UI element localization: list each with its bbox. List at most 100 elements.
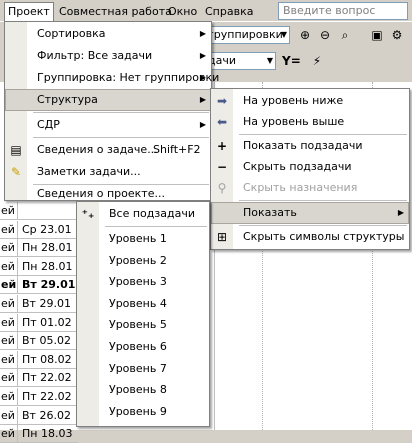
menu-item-label: Все подзадачи — [109, 207, 195, 220]
show-levels-submenu: ⁺₊ Все подзадачи Уровень 1 Уровень 2 Урове… — [76, 201, 210, 427]
hide-assignments-icon: ⚲ — [217, 181, 227, 195]
menu-item-task-notes[interactable]: ✎ Заметки задачи... — [5, 161, 211, 183]
table-row[interactable]: ей Пн 28.01 — [0, 239, 78, 258]
menu-item-level-6[interactable]: Уровень 6 — [77, 336, 209, 358]
task-info-icon: ▤ — [10, 143, 22, 157]
menu-item-level-9[interactable]: Уровень 9 — [77, 401, 209, 423]
menu-item-all-subtasks[interactable]: ⁺₊ Все подзадачи — [77, 203, 209, 225]
menu-item-label: Уровень 1 — [109, 232, 167, 245]
submenu-arrow-icon: ▶ — [199, 51, 206, 60]
menu-item-level-1[interactable]: Уровень 1 — [77, 228, 209, 250]
cell-duration: ей — [0, 313, 18, 331]
menu-item-label: СДР — [37, 118, 60, 131]
group-combo-label: группировки — [208, 28, 283, 41]
menu-item-label: Уровень 7 — [109, 361, 167, 375]
menu-item-hide-subtasks[interactable]: − Скрыть подзадачи — [211, 156, 409, 178]
all-subtasks-icon: ⁺₊ — [81, 207, 95, 221]
zoom-in-icon[interactable]: ⊕ — [296, 26, 314, 44]
copy-picture-icon[interactable]: ▣ — [368, 26, 386, 44]
wizard-icon[interactable]: ⚙ — [388, 26, 406, 44]
cell-duration: ей — [0, 257, 18, 275]
cell-duration: ей — [0, 369, 18, 387]
goto-task-icon[interactable]: ⌕ — [336, 26, 354, 44]
menu-item-label: Заметки задачи... — [37, 165, 141, 178]
table-row[interactable]: ей Вт 29.01 — [0, 295, 78, 313]
cell-duration: ей — [0, 388, 18, 405]
menu-item-label: Уровень 6 — [109, 340, 167, 353]
menu-item-outdent[interactable]: ⬅ На уровень выше — [211, 111, 409, 133]
menu-bar: Проект Совместная работа Окно Справка Вв… — [0, 0, 412, 22]
arrow-left-icon: ⬅ — [216, 115, 228, 129]
table-row[interactable]: ей — [0, 202, 78, 220]
cell-start-date: Вт 26.02 — [22, 408, 71, 422]
menu-item-show[interactable]: Показать ▶ — [211, 202, 409, 224]
cell-start-date: Пн 28.01 — [22, 259, 73, 273]
menu-window[interactable]: Окно — [165, 3, 200, 20]
cell-duration: ей — [0, 220, 18, 238]
table-row[interactable]: ей Пт 22.02 — [0, 369, 78, 388]
table-row[interactable]: ей Вт 29.01 — [0, 276, 78, 295]
menu-item-project-info[interactable]: Сведения о проекте... — [5, 186, 211, 201]
outline-symbols-icon: ⊞ — [216, 230, 228, 244]
zoom-out-icon[interactable]: ⊖ — [316, 26, 334, 44]
wand-icon[interactable]: ⚡ — [308, 52, 326, 70]
menu-item-filter[interactable]: Фильтр: Все задачи ▶ — [5, 45, 211, 67]
cell-duration: ей — [0, 276, 18, 294]
menu-item-show-subtasks[interactable]: + Показать подзадачи — [211, 135, 409, 157]
submenu-arrow-icon: ▶ — [397, 208, 404, 217]
menu-item-level-5[interactable]: Уровень 5 — [77, 314, 209, 336]
autofilter-icon[interactable]: Y= — [282, 52, 301, 70]
menu-item-level-4[interactable]: Уровень 4 — [77, 293, 209, 315]
chevron-down-icon: ▼ — [280, 30, 287, 39]
menu-item-label: На уровень ниже — [243, 94, 344, 107]
menu-item-label: Показать — [243, 206, 297, 219]
table-row[interactable]: ей Пт 08.02 — [0, 350, 78, 369]
cell-start-date: Пн 28.01 — [22, 241, 73, 255]
help-search-input[interactable]: Введите вопрос — [278, 2, 408, 20]
menu-item-structure[interactable]: Структура ▶ — [5, 89, 211, 111]
menu-help[interactable]: Справка — [202, 3, 256, 20]
menu-item-label: Скрыть подзадачи — [243, 160, 352, 173]
menu-item-indent[interactable]: ➡ На уровень ниже — [211, 90, 409, 112]
table-row[interactable]: ей Вт 26.02 — [0, 406, 78, 425]
structure-submenu: ➡ На уровень ниже ⬅ На уровень выше + По… — [210, 88, 410, 250]
menu-item-label: Уровень 9 — [109, 404, 167, 418]
menu-item-hide-outline-symbols[interactable]: ⊞ Скрыть символы структуры — [211, 226, 409, 248]
table-row[interactable]: ей Ср 23.01 — [0, 220, 78, 239]
menu-item-level-8[interactable]: Уровень 8 — [77, 379, 209, 401]
table-row[interactable]: ей Пт 01.02 — [0, 313, 78, 332]
menu-item-level-3[interactable]: Уровень 3 — [77, 271, 209, 293]
table-row[interactable]: ей Пн 28.01 — [0, 257, 78, 276]
menu-item-label: Уровень 2 — [109, 253, 167, 267]
menu-item-level-2[interactable]: Уровень 2 — [77, 250, 209, 272]
menu-item-hide-assignments: ⚲ Скрыть назначения — [211, 177, 409, 199]
menu-collaborate[interactable]: Совместная работа — [56, 3, 175, 20]
menu-item-label: Уровень 4 — [109, 296, 167, 310]
menu-item-level-7[interactable]: Уровень 7 — [77, 358, 209, 380]
table-row[interactable]: ей Пн 18.03 — [0, 425, 78, 443]
table-row[interactable]: ей Пт 22.02 — [0, 388, 78, 406]
menu-item-task-info[interactable]: ▤ Сведения о задаче... Shift+F2 — [5, 139, 211, 161]
menu-item-label: Уровень 8 — [109, 383, 167, 397]
cell-duration: ей — [0, 295, 18, 312]
cell-start-date: Пт 22.02 — [22, 390, 72, 403]
menu-item-shortcut: Shift+F2 — [153, 143, 201, 156]
cell-start-date: Пт 08.02 — [22, 352, 72, 366]
menu-item-sort[interactable]: Сортировка ▶ — [5, 23, 211, 45]
chevron-down-icon: ▼ — [266, 56, 273, 65]
menu-project[interactable]: Проект — [4, 2, 54, 22]
cell-start-date: Вт 29.01 — [22, 278, 76, 292]
menu-item-group[interactable]: Группировка: Нет группировки ▶ — [5, 67, 219, 89]
cell-start-date: Вт 29.01 — [22, 297, 71, 310]
cell-duration: ей — [0, 350, 18, 368]
cell-duration: ей — [0, 239, 18, 257]
group-combo[interactable]: группировки ▼ — [204, 26, 290, 44]
table-row[interactable]: ей Вт 05.02 — [0, 332, 78, 351]
cell-start-date: Ср 23.01 — [22, 222, 72, 236]
plus-icon: + — [216, 139, 228, 153]
cell-duration: ей — [0, 202, 18, 219]
submenu-arrow-icon: ▶ — [199, 29, 206, 38]
menu-item-wbs[interactable]: СДР ▶ — [5, 114, 211, 136]
project-menu: Сортировка ▶ Фильтр: Все задачи ▶ Группи… — [4, 21, 219, 201]
menu-item-label: Сортировка — [37, 27, 106, 40]
